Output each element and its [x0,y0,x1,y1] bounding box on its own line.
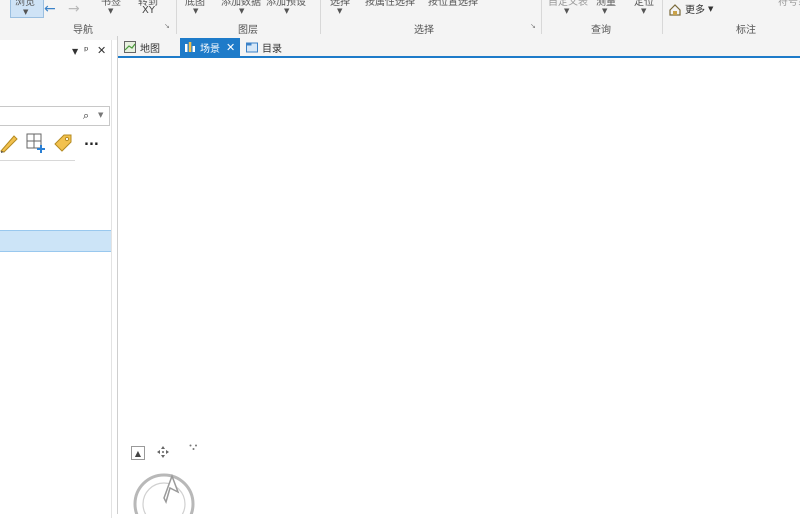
navigate-group-label: 导航 [73,25,93,36]
more-dropdown-icon: ▼ [708,4,714,13]
catalog-icon [246,42,258,53]
query-group-label: 查询 [591,25,611,36]
selection-launcher-icon[interactable]: ↘ [530,22,536,30]
contents-pane: ▼ ᵖ ✕ ⌕ ▼ ... [0,36,118,514]
select-by-location-label[interactable]: 按位置选择 [428,0,478,8]
measure-dropdown-icon[interactable]: ▼ [602,7,607,15]
move-icon [157,446,169,458]
close-pane-icon[interactable]: ✕ [97,44,106,57]
tab-map-label: 地图 [140,43,160,55]
selected-tree-item[interactable] [0,230,111,252]
pane-header [0,36,117,40]
label-group-label: 标注 [736,25,756,36]
locate-dropdown-icon[interactable]: ▼ [641,7,646,15]
back-arrow-icon[interactable]: ← [44,1,56,17]
select-by-attributes-label[interactable]: 按属性选择 [365,0,415,8]
tab-catalog[interactable]: 目录 [242,38,282,56]
pin-icon[interactable]: ᵖ [84,44,89,57]
basemap-dropdown-icon[interactable]: ▼ [193,7,198,15]
explore-label: 浏览 [15,0,35,8]
group-divider [662,0,663,34]
chevron-up-icon: ▲ [134,448,142,458]
compass-icon[interactable] [132,468,196,514]
tab-scene-label: 场景 [200,43,220,55]
scene-view[interactable]: ▲ [118,58,800,514]
symbology-label: 符号系统 [778,0,800,8]
add-preset-dropdown-icon[interactable]: ▼ [284,7,289,15]
ribbon: 浏览 ▼ ← → 书签 ▼ 转到 XY 导航 ↘ 底图 ▼ 添加数据 ▼ 添加预… [0,0,800,37]
tab-catalog-label: 目录 [262,43,282,55]
add-grid-icon[interactable] [25,132,47,154]
select-dropdown-icon[interactable]: ▼ [337,7,342,15]
pane-options-icon[interactable]: ▼ [72,47,78,56]
heads-up-icon[interactable] [189,444,198,453]
layer-group-label: 图层 [238,25,258,36]
bookmarks-dropdown-icon[interactable]: ▼ [108,7,113,15]
pencil-icon[interactable] [0,132,20,154]
view-tabstrip: 地图 场景 ✕ 目录 [118,36,800,58]
explore-dropdown-icon[interactable]: ▼ [23,8,28,16]
tab-scene[interactable]: 场景 ✕ [180,38,240,56]
group-divider [320,0,321,34]
group-divider [176,0,177,34]
add-data-dropdown-icon[interactable]: ▼ [239,7,244,15]
goto-xy-button[interactable]: XY [142,5,155,16]
more-button[interactable]: 更多 ▼ [668,1,713,16]
search-input[interactable]: ⌕ ▼ [0,106,110,126]
search-options-icon[interactable]: ▼ [98,111,103,119]
more-label: 更多 [685,5,705,16]
pane-scrollbar[interactable] [111,40,112,518]
scene-icon [185,42,195,52]
full-control-button[interactable] [157,446,169,458]
group-divider [541,0,542,34]
map-icon [124,41,136,53]
more-tools-button[interactable]: ... [84,134,99,149]
tab-map[interactable]: 地图 [120,38,160,56]
toolbar-divider [0,160,75,161]
forward-arrow-icon[interactable]: → [68,1,80,17]
more-icon [669,3,681,16]
navigate-launcher-icon[interactable]: ↘ [164,22,170,30]
collapse-navigator-button[interactable]: ▲ [131,446,145,460]
search-icon[interactable]: ⌕ [83,109,89,123]
tag-icon[interactable] [52,132,74,154]
custom-table-dropdown-icon[interactable]: ▼ [564,7,569,15]
close-tab-icon[interactable]: ✕ [226,41,235,54]
selection-group-label: 选择 [414,25,434,36]
